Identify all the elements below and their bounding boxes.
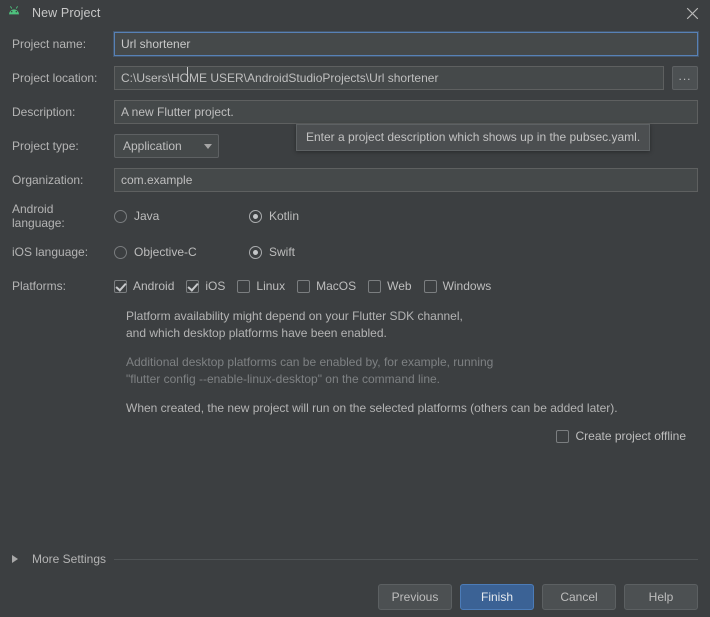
radio-selected-icon (249, 245, 262, 259)
checkbox-unchecked-icon (368, 279, 382, 293)
platform-notes: Platform availability might depend on yo… (126, 308, 698, 417)
previous-button[interactable]: Previous (378, 584, 452, 610)
text-cursor (187, 67, 188, 82)
dialog-button-bar: Previous Finish Cancel Help (378, 584, 698, 610)
radio-unselected-icon (114, 245, 127, 259)
row-ios-language: iOS language: Objective-C Swift (12, 240, 698, 264)
description-tooltip: Enter a project description which shows … (296, 124, 651, 151)
checkbox-create-project-offline[interactable]: Create project offline (556, 429, 686, 443)
note-line-4: "flutter config --enable-linux-desktop" … (126, 372, 441, 386)
label-ios-language: iOS language: (12, 245, 89, 259)
checkbox-unchecked-icon (297, 279, 311, 293)
radio-unselected-icon (114, 209, 127, 223)
label-project-type: Project type: (12, 139, 79, 153)
project-type-value: Application (123, 139, 182, 153)
radio-label-objectivec: Objective-C (134, 245, 197, 259)
chevron-right-icon (12, 555, 24, 563)
radio-android-kotlin[interactable]: Kotlin (249, 209, 299, 223)
browse-location-button[interactable]: ... (672, 66, 698, 90)
checkbox-label-linux: Linux (256, 279, 286, 293)
checkbox-label-android: Android (133, 279, 175, 293)
checkbox-unchecked-icon (237, 279, 251, 293)
checkbox-platform-web[interactable]: Web (368, 279, 412, 293)
checkbox-unchecked-icon (556, 429, 570, 443)
more-settings-label: More Settings (32, 552, 107, 566)
radio-label-java: Java (134, 209, 160, 223)
label-project-location: Project location: (12, 71, 98, 85)
row-platforms: Platforms: Android iOS Linux MacOS Web W… (12, 274, 698, 298)
note-line-3: Additional desktop platforms can be enab… (126, 355, 494, 369)
row-android-language: Android language: Java Kotlin (12, 202, 698, 230)
note-line-5: When created, the new project will run o… (126, 401, 618, 415)
cancel-button[interactable]: Cancel (542, 584, 616, 610)
organization-input[interactable] (114, 168, 698, 192)
new-project-form: Project name: Project location: ... Desc… (0, 26, 710, 443)
row-description: Description: (12, 100, 698, 124)
checkbox-checked-icon (186, 279, 200, 293)
more-settings-expander[interactable]: More Settings (12, 552, 698, 566)
android-head-icon (9, 6, 19, 15)
title-bar: New Project (0, 0, 710, 26)
offline-row: Create project offline (12, 429, 686, 443)
checkbox-unchecked-icon (423, 279, 437, 293)
separator-line (114, 558, 698, 560)
radio-selected-icon (249, 209, 262, 223)
note-line-1: Platform availability might depend on yo… (126, 309, 463, 323)
checkbox-platform-ios[interactable]: iOS (186, 279, 225, 293)
checkbox-label-web: Web (387, 279, 412, 293)
checkbox-label-offline: Create project offline (575, 429, 686, 443)
checkbox-label-macos: MacOS (316, 279, 357, 293)
row-project-name: Project name: (12, 32, 698, 56)
help-button[interactable]: Help (624, 584, 698, 610)
radio-ios-swift[interactable]: Swift (249, 245, 295, 259)
project-location-input[interactable] (114, 66, 664, 90)
label-organization: Organization: (12, 173, 84, 187)
close-icon (686, 7, 698, 19)
project-type-dropdown[interactable]: Application (114, 134, 219, 158)
close-button[interactable] (674, 0, 710, 26)
window-title: New Project (32, 6, 101, 20)
checkbox-platform-linux[interactable]: Linux (237, 279, 285, 293)
finish-button[interactable]: Finish (460, 584, 534, 610)
note-line-2: and which desktop platforms have been en… (126, 326, 387, 340)
label-project-name: Project name: (12, 37, 87, 51)
project-name-input[interactable] (114, 32, 698, 56)
checkbox-label-windows: Windows (442, 279, 492, 293)
checkbox-platform-macos[interactable]: MacOS (297, 279, 356, 293)
radio-android-java[interactable]: Java (114, 209, 249, 223)
label-android-language: Android language: (12, 202, 65, 230)
checkbox-checked-icon (114, 279, 127, 293)
label-platforms: Platforms: (12, 279, 67, 293)
row-organization: Organization: (12, 168, 698, 192)
description-input[interactable] (114, 100, 698, 124)
chevron-down-icon (203, 143, 212, 149)
radio-label-kotlin: Kotlin (269, 209, 300, 223)
radio-label-swift: Swift (269, 245, 296, 259)
label-description: Description: (12, 105, 76, 119)
checkbox-platform-android[interactable]: Android (114, 279, 174, 293)
radio-ios-objectivec[interactable]: Objective-C (114, 245, 249, 259)
checkbox-label-ios: iOS (205, 279, 226, 293)
row-project-location: Project location: ... (12, 66, 698, 90)
checkbox-platform-windows[interactable]: Windows (423, 279, 492, 293)
